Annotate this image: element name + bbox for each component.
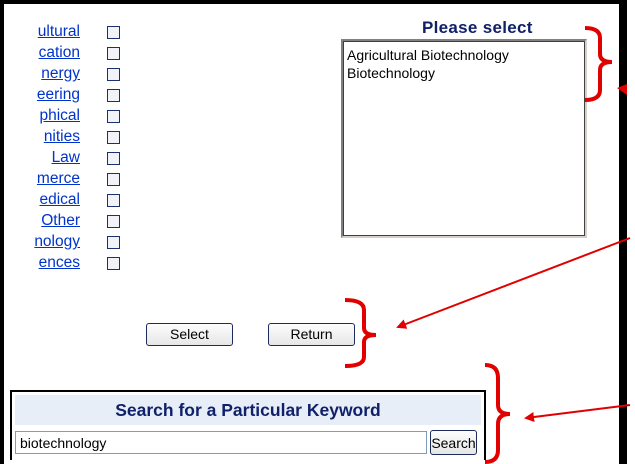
category-checkbox[interactable] bbox=[107, 47, 120, 60]
category-row: Other bbox=[4, 211, 120, 232]
category-link-clip: Other bbox=[4, 211, 80, 232]
category-link[interactable]: ences bbox=[39, 253, 80, 272]
category-link[interactable]: merce bbox=[37, 169, 80, 188]
category-checkbox[interactable] bbox=[107, 173, 120, 186]
category-row: Law bbox=[4, 148, 120, 169]
search-panel-title: Search for a Particular Keyword bbox=[15, 395, 481, 425]
listbox-option[interactable]: Agricultural Biotechnology bbox=[343, 46, 585, 64]
category-link-clip: Law bbox=[4, 148, 80, 169]
select-button[interactable]: Select bbox=[146, 323, 233, 346]
return-button[interactable]: Return bbox=[268, 323, 355, 346]
category-checkbox[interactable] bbox=[107, 110, 120, 123]
category-checkbox[interactable] bbox=[107, 257, 120, 270]
category-list: ultural cation nergy eering phical nities Law m… bbox=[4, 22, 120, 274]
category-link[interactable]: phical bbox=[40, 106, 81, 125]
category-link[interactable]: nities bbox=[44, 127, 80, 146]
search-button[interactable]: Search bbox=[430, 430, 477, 455]
category-row: cation bbox=[4, 43, 120, 64]
category-link-clip: nergy bbox=[4, 64, 80, 85]
please-select-title: Please select bbox=[422, 18, 533, 37]
category-link[interactable]: Law bbox=[52, 148, 80, 167]
category-link[interactable]: nergy bbox=[41, 64, 80, 83]
category-link[interactable]: ultural bbox=[38, 22, 80, 41]
category-checkbox[interactable] bbox=[107, 194, 120, 207]
category-row: nergy bbox=[4, 64, 120, 85]
category-link[interactable]: edical bbox=[40, 190, 81, 209]
category-row: nities bbox=[4, 127, 120, 148]
category-link[interactable]: eering bbox=[37, 85, 80, 104]
category-checkbox[interactable] bbox=[107, 215, 120, 228]
keyword-search-panel: Search for a Particular Keyword Search bbox=[10, 390, 486, 460]
category-link-clip: eering bbox=[4, 85, 80, 106]
category-link-clip: cation bbox=[4, 43, 80, 64]
category-link-clip: edical bbox=[4, 190, 81, 211]
category-checkbox[interactable] bbox=[107, 68, 120, 81]
category-link-clip: phical bbox=[4, 106, 81, 127]
category-checkbox[interactable] bbox=[107, 26, 120, 39]
search-input[interactable] bbox=[15, 431, 427, 454]
category-row: ultural bbox=[4, 22, 120, 43]
category-checkbox[interactable] bbox=[107, 152, 120, 165]
category-link-clip: nology bbox=[4, 232, 80, 253]
category-link-clip: ences bbox=[4, 253, 80, 274]
category-link[interactable]: Other bbox=[41, 211, 80, 230]
category-checkbox[interactable] bbox=[107, 236, 120, 249]
listbox-option[interactable]: Biotechnology bbox=[343, 64, 585, 82]
selected-topics-listbox[interactable]: Agricultural Biotechnology Biotechnology bbox=[341, 39, 587, 238]
category-checkbox[interactable] bbox=[107, 89, 120, 102]
category-row: edical bbox=[4, 190, 120, 211]
category-link-clip: ultural bbox=[4, 22, 80, 43]
category-link-clip: nities bbox=[4, 127, 80, 148]
category-link-clip: merce bbox=[4, 169, 80, 190]
category-row: eering bbox=[4, 85, 120, 106]
category-row: phical bbox=[4, 106, 120, 127]
category-row: nology bbox=[4, 232, 120, 253]
category-link[interactable]: cation bbox=[39, 43, 80, 62]
category-row: ences bbox=[4, 253, 120, 274]
category-checkbox[interactable] bbox=[107, 131, 120, 144]
category-row: merce bbox=[4, 169, 120, 190]
category-link[interactable]: nology bbox=[34, 232, 80, 251]
